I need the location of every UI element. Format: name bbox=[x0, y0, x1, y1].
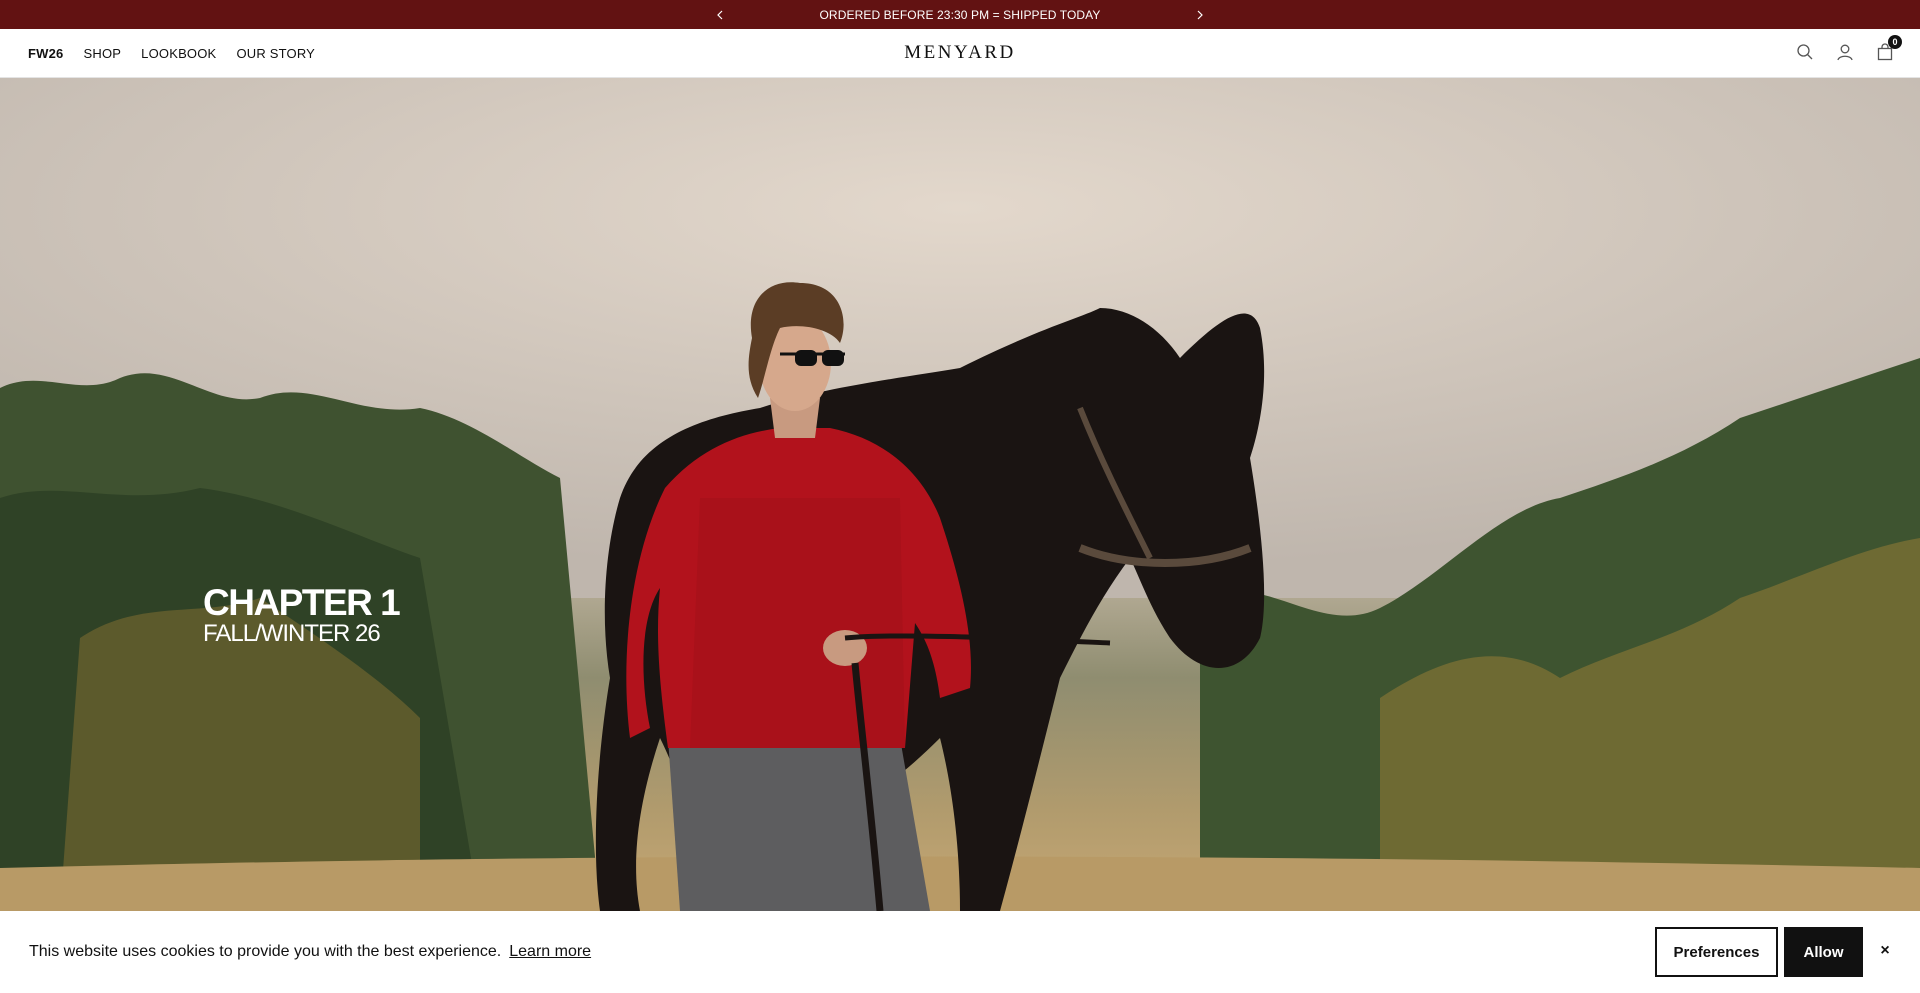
hero-image bbox=[0, 78, 1920, 911]
site-header: FW26 SHOP LOOKBOOK OUR STORY MENYARD 0 bbox=[0, 29, 1920, 78]
learn-more-link[interactable]: Learn more bbox=[509, 943, 591, 961]
preferences-button[interactable]: Preferences bbox=[1655, 927, 1778, 977]
header-icons: 0 bbox=[1794, 35, 1902, 63]
search-icon bbox=[1797, 44, 1813, 60]
chevron-left-icon bbox=[717, 10, 723, 19]
cart-count-badge: 0 bbox=[1888, 35, 1902, 49]
nav-item-our-story[interactable]: OUR STORY bbox=[236, 46, 315, 61]
nav-item-fw26[interactable]: FW26 bbox=[28, 46, 63, 61]
nav-item-lookbook[interactable]: LOOKBOOK bbox=[141, 46, 216, 61]
announcement-message: ORDERED BEFORE 23:30 PM = SHIPPED TODAY bbox=[819, 7, 1101, 22]
close-icon[interactable]: × bbox=[1875, 941, 1895, 961]
hero-title: CHAPTER 1 bbox=[203, 582, 401, 623]
nav-item-shop[interactable]: SHOP bbox=[83, 46, 121, 61]
announcement-bar: ORDERED BEFORE 23:30 PM = SHIPPED TODAY bbox=[0, 0, 1920, 29]
search-button[interactable] bbox=[1794, 41, 1816, 63]
account-button[interactable] bbox=[1834, 41, 1856, 63]
allow-button[interactable]: Allow bbox=[1784, 927, 1863, 977]
site-logo[interactable]: MENYARD bbox=[904, 42, 1015, 64]
cart-button[interactable]: 0 bbox=[1874, 35, 1902, 63]
hero-subtitle: FALL/WINTER 26 bbox=[203, 620, 381, 647]
announcement-next-button[interactable] bbox=[1188, 3, 1212, 27]
main-nav: FW26 SHOP LOOKBOOK OUR STORY bbox=[0, 46, 315, 61]
account-icon bbox=[1837, 44, 1853, 61]
announcement-prev-button[interactable] bbox=[708, 3, 732, 27]
hero-heading: CHAPTER 1 FALL/WINTER 26 bbox=[203, 582, 401, 647]
chevron-right-icon bbox=[1197, 10, 1203, 19]
cookie-banner: This website uses cookies to provide you… bbox=[0, 911, 1920, 993]
cookie-message: This website uses cookies to provide you… bbox=[29, 943, 502, 960]
hero-banner[interactable]: CHAPTER 1 FALL/WINTER 26 bbox=[0, 78, 1920, 911]
